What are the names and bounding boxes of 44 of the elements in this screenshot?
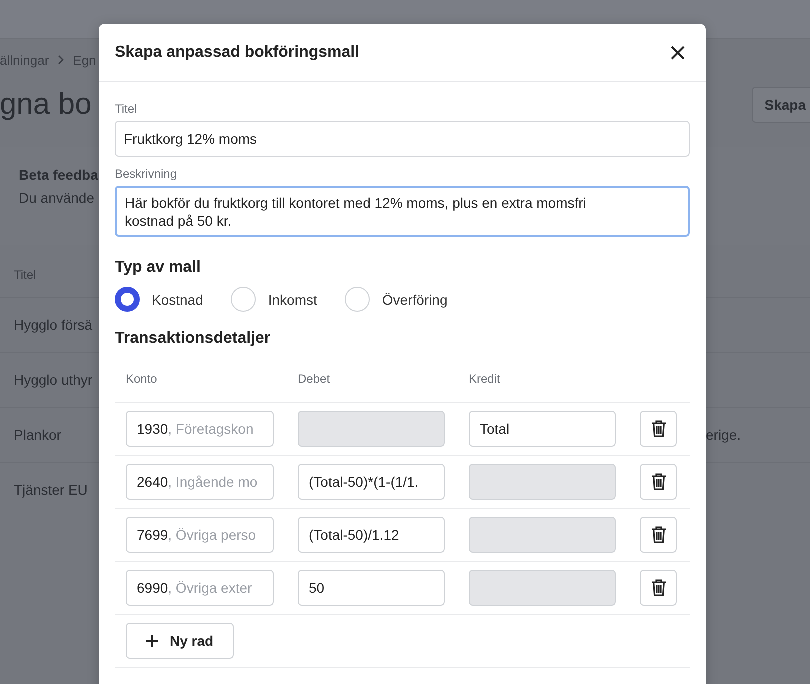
delete-button[interactable]	[640, 411, 677, 447]
radio-button[interactable]	[115, 287, 140, 312]
table-cell: erige.	[706, 427, 742, 443]
table-cell: Plankor	[14, 427, 62, 443]
close-button[interactable]	[670, 44, 686, 60]
radio-label: Överföring	[382, 292, 448, 308]
field-label: Titel	[115, 102, 138, 116]
table-cell: Tjänster EU	[14, 482, 88, 498]
radio-label: Kostnad	[152, 292, 204, 308]
card-text: Du använde	[19, 190, 95, 206]
close-icon	[670, 44, 686, 60]
account-field[interactable]: 2640, Ingående mo	[126, 464, 274, 500]
column-header: Konto	[126, 372, 158, 386]
table-cell: Hygglo försä	[14, 317, 93, 333]
section-heading: Typ av mall	[115, 259, 202, 277]
section-heading: Transaktionsdetaljer	[115, 330, 272, 348]
amount-field[interactable]: 50	[298, 570, 445, 606]
account-field[interactable]: 7699, Övriga perso	[126, 517, 274, 553]
amount-field[interactable]: (Total-50)/1.12	[298, 517, 445, 553]
amount-field[interactable]: Total	[469, 411, 616, 447]
trash-icon	[650, 473, 666, 491]
trash-icon	[650, 526, 666, 544]
plus-icon	[146, 635, 158, 647]
account-field[interactable]: 1930, Företagskon	[126, 411, 274, 447]
column-header: Debet	[298, 372, 332, 386]
trash-icon	[650, 420, 666, 438]
delete-button[interactable]	[640, 464, 677, 500]
account-field[interactable]: 6990, Övriga exter	[126, 570, 274, 606]
table-cell: Hygglo uthyr	[14, 372, 93, 388]
amount-field[interactable]: (Total-50)*(1-(1/1.	[298, 464, 445, 500]
description-field[interactable]: Här bokför du fruktkorg till kontoret med 12% moms, plus en extra momsfri kostnad på 50 kr.	[115, 186, 690, 237]
trash-icon	[650, 579, 666, 597]
column-header: Kredit	[469, 372, 502, 386]
column-header: Titel	[14, 268, 36, 282]
field-label: Beskrivning	[115, 167, 178, 181]
page-heading: gna bo	[0, 88, 92, 122]
radio-label: Inkomst	[268, 292, 318, 308]
title-field[interactable]: Fruktkorg 12% moms	[115, 121, 690, 157]
delete-button[interactable]	[640, 517, 677, 553]
card-title: Beta feedba	[19, 167, 98, 183]
add-row-button[interactable]: Ny rad	[126, 623, 234, 659]
dialog-title: Skapa anpassad bokföringsmall	[115, 44, 360, 62]
chevron-right-icon	[57, 55, 66, 65]
delete-button[interactable]	[640, 570, 677, 606]
